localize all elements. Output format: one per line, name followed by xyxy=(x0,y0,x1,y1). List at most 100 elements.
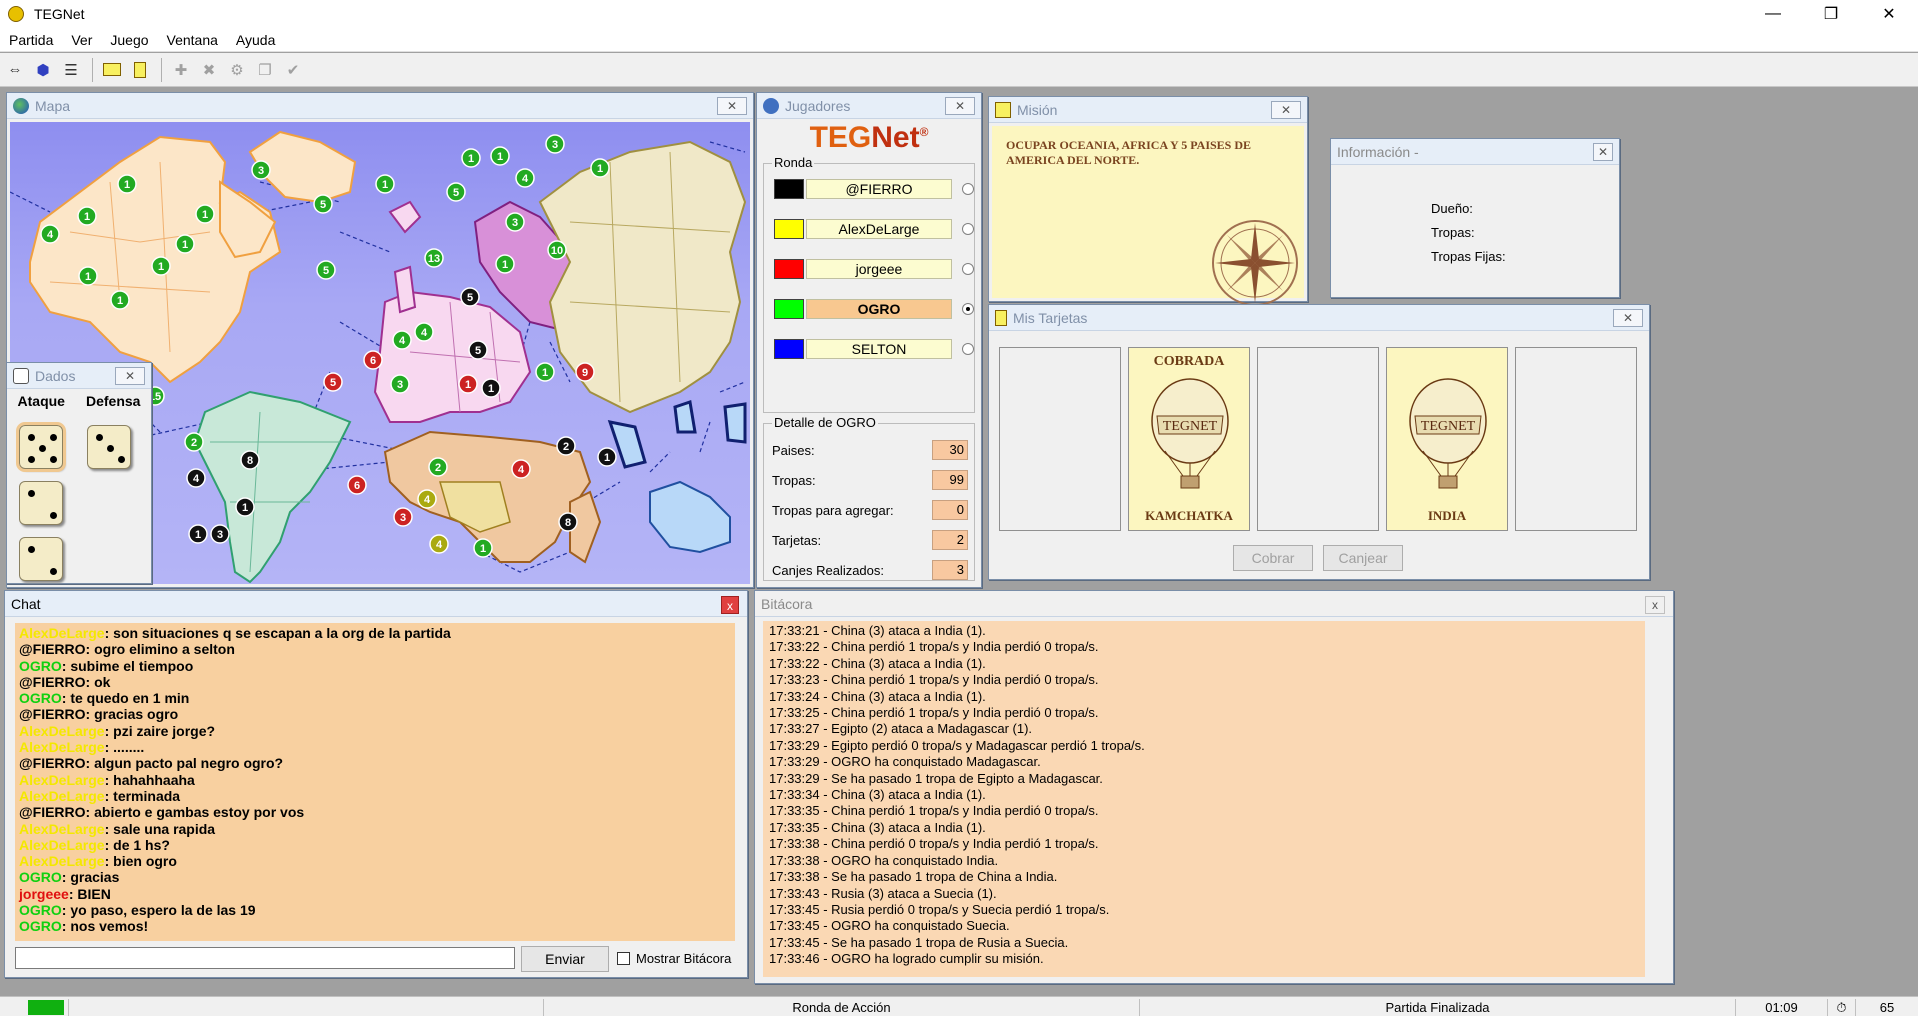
army-marker[interactable]: 1 xyxy=(473,538,493,558)
canjear-button[interactable]: Canjear xyxy=(1323,545,1403,571)
settings-icon[interactable]: ⚙ xyxy=(224,57,250,83)
army-marker[interactable]: 1 xyxy=(195,204,215,224)
army-marker[interactable]: 3 xyxy=(251,160,271,180)
send-button[interactable]: Enviar xyxy=(521,946,609,972)
log-close-button[interactable]: x xyxy=(1645,596,1665,614)
army-marker[interactable]: 4 xyxy=(515,168,535,188)
check-icon[interactable]: ✔ xyxy=(280,57,306,83)
army-marker[interactable]: 4 xyxy=(414,322,434,342)
add-icon[interactable]: ✚ xyxy=(168,57,194,83)
country-card[interactable]: TEGNET INDIA xyxy=(1386,347,1508,531)
army-marker[interactable]: 4 xyxy=(417,489,437,509)
army-marker[interactable]: 9 xyxy=(575,362,595,382)
army-marker[interactable]: 6 xyxy=(363,350,383,370)
chat-input[interactable] xyxy=(15,947,515,969)
map-close-button[interactable]: ✕ xyxy=(717,97,747,115)
army-marker[interactable]: 4 xyxy=(40,224,60,244)
army-marker[interactable]: 8 xyxy=(558,512,578,532)
army-marker[interactable]: 5 xyxy=(313,194,333,214)
army-marker[interactable]: 3 xyxy=(210,524,230,544)
cobrar-button[interactable]: Cobrar xyxy=(1233,545,1313,571)
chat-author: @FIERRO xyxy=(19,804,86,821)
army-marker[interactable]: 1 xyxy=(535,362,555,382)
close-button[interactable]: ✕ xyxy=(1860,0,1918,28)
army-marker[interactable]: 3 xyxy=(390,374,410,394)
army-marker[interactable]: 1 xyxy=(117,174,137,194)
player-row[interactable]: AlexDeLarge xyxy=(774,218,974,240)
army-marker[interactable]: 4 xyxy=(186,468,206,488)
army-marker[interactable]: 2 xyxy=(556,436,576,456)
army-marker[interactable]: 10 xyxy=(547,240,567,260)
mission-icon[interactable] xyxy=(99,57,125,83)
menu-ver[interactable]: Ver xyxy=(62,32,101,48)
player-radio[interactable] xyxy=(962,183,974,195)
chat-close-button[interactable]: x xyxy=(721,596,739,614)
army-marker[interactable]: 1 xyxy=(481,378,501,398)
player-row[interactable]: jorgeee xyxy=(774,258,974,280)
army-marker[interactable]: 1 xyxy=(235,497,255,517)
list-icon[interactable]: ☰ xyxy=(58,57,84,83)
army-marker[interactable]: 5 xyxy=(316,260,336,280)
chat-log[interactable]: AlexDeLarge: son situaciones q se escapa… xyxy=(15,623,735,941)
player-radio[interactable] xyxy=(962,223,974,235)
army-marker[interactable]: 5 xyxy=(446,182,466,202)
army-marker[interactable]: 4 xyxy=(511,459,531,479)
chat-message: AlexDeLarge: terminada xyxy=(19,788,731,804)
menu-juego[interactable]: Juego xyxy=(101,32,157,48)
army-marker[interactable]: 1 xyxy=(461,148,481,168)
country-card[interactable]: COBRADA TEGNET KAMCHATKA xyxy=(1128,347,1250,531)
army-marker[interactable]: 1 xyxy=(77,206,97,226)
country-card[interactable] xyxy=(999,347,1121,531)
menu-ventana[interactable]: Ventana xyxy=(158,32,227,48)
army-marker[interactable]: 3 xyxy=(505,212,525,232)
army-marker[interactable]: 1 xyxy=(375,174,395,194)
army-marker[interactable]: 2 xyxy=(184,432,204,452)
info-close-button[interactable]: ✕ xyxy=(1593,143,1613,161)
army-marker[interactable]: 4 xyxy=(429,534,449,554)
player-row[interactable]: @FIERRO xyxy=(774,178,974,200)
cards-icon[interactable] xyxy=(127,57,153,83)
army-marker[interactable]: 3 xyxy=(545,134,565,154)
menu-partida[interactable]: Partida xyxy=(0,32,62,48)
army-marker[interactable]: 1 xyxy=(188,524,208,544)
army-marker[interactable]: 5 xyxy=(460,287,480,307)
maximize-button[interactable]: ❐ xyxy=(1802,0,1860,28)
army-marker[interactable]: 2 xyxy=(428,457,448,477)
army-marker[interactable]: 1 xyxy=(458,374,478,394)
army-marker[interactable]: 1 xyxy=(597,447,617,467)
army-marker[interactable]: 1 xyxy=(78,266,98,286)
mission-close-button[interactable]: ✕ xyxy=(1271,101,1301,119)
army-marker[interactable]: 6 xyxy=(347,475,367,495)
copy-icon[interactable]: ❐ xyxy=(252,57,278,83)
army-marker[interactable]: 1 xyxy=(151,256,171,276)
event-log[interactable]: 17:33:21 - China (3) ataca a India (1). 1… xyxy=(763,621,1645,977)
player-radio[interactable] xyxy=(962,263,974,275)
army-marker[interactable]: 5 xyxy=(468,340,488,360)
player-radio[interactable] xyxy=(962,303,974,315)
army-marker[interactable]: 5 xyxy=(323,372,343,392)
army-marker[interactable]: 3 xyxy=(393,507,413,527)
remove-icon[interactable]: ✖ xyxy=(196,57,222,83)
player-radio[interactable] xyxy=(962,343,974,355)
army-marker[interactable]: 1 xyxy=(490,146,510,166)
minimize-button[interactable]: — xyxy=(1744,0,1802,28)
player-row[interactable]: SELTON xyxy=(774,338,974,360)
cards-close-button[interactable]: ✕ xyxy=(1613,309,1643,327)
player-row[interactable]: OGRO xyxy=(774,298,974,320)
show-log-checkbox[interactable]: Mostrar Bitácora xyxy=(617,951,731,966)
servers-icon[interactable]: ⬢ xyxy=(30,57,56,83)
army-marker[interactable]: 13 xyxy=(424,248,444,268)
connect-icon[interactable]: ⇔ xyxy=(2,57,28,83)
army-marker[interactable]: 8 xyxy=(240,450,260,470)
army-marker[interactable]: 1 xyxy=(110,290,130,310)
army-marker[interactable]: 1 xyxy=(590,158,610,178)
country-card[interactable] xyxy=(1515,347,1637,531)
country-card[interactable] xyxy=(1257,347,1379,531)
menu-ayuda[interactable]: Ayuda xyxy=(227,32,284,48)
army-marker[interactable]: 1 xyxy=(495,254,515,274)
army-marker[interactable]: 4 xyxy=(392,330,412,350)
checkbox-box[interactable] xyxy=(617,952,630,965)
players-close-button[interactable]: ✕ xyxy=(945,97,975,115)
army-marker[interactable]: 1 xyxy=(175,234,195,254)
dice-close-button[interactable]: ✕ xyxy=(115,367,145,385)
